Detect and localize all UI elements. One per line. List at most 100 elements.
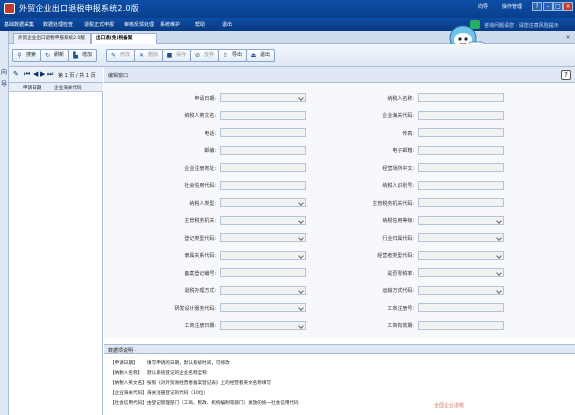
description-text: 海关注册登记的代码（10位） (147, 391, 208, 396)
refresh-icon: ↻ (44, 52, 51, 59)
field-select-right[interactable] (418, 268, 504, 277)
app-logo-icon (4, 3, 15, 14)
search-button-label: 搜索 (26, 52, 37, 58)
field-input-left[interactable] (220, 128, 306, 137)
minimize-button[interactable]: - (543, 2, 553, 11)
field-select-left[interactable] (220, 285, 306, 295)
field-label-right: 企业海关代码: (382, 113, 414, 119)
menu-data-check[interactable]: 数据处理检查 (43, 21, 73, 28)
field-select-right[interactable] (418, 285, 504, 295)
app-title: 外贸企业出口退税申报系统2.0版 (19, 4, 139, 13)
description-key: 【纳税人英文名】 (110, 381, 147, 386)
field-label-right: 纳税人识别号: (382, 183, 414, 189)
description-key: 【纳税人名称】 (110, 371, 143, 376)
delete-button[interactable]: ✕ 删除 (134, 49, 164, 62)
save-button[interactable]: ■ 保存 (162, 49, 192, 62)
field-input-left[interactable] (220, 268, 306, 277)
field-input-right[interactable] (418, 198, 504, 207)
customer-service-text[interactable]: 咨询问题请您 · 请您注意风险提示 (484, 22, 559, 29)
field-label-left: 隶属关系代码: (184, 253, 216, 259)
toolbar: ⚲ 搜索 ↻ 刷新 ▙ 增加 ✎ 修改 ✕ 删除 ■ 保存 ⊘ 放弃 ⇪ 导出 ⏏ 退出 (9, 44, 575, 67)
tab-export-filing[interactable]: 出口退(免)税备案 (91, 33, 157, 44)
field-select-right[interactable] (418, 233, 504, 242)
field-select-left[interactable] (220, 233, 306, 242)
field-input-right[interactable] (418, 303, 504, 312)
search-button[interactable]: ⚲ 搜索 (12, 49, 42, 62)
exit-button-label: 退出 (260, 52, 271, 58)
wrench-icon[interactable]: ✎ (13, 71, 19, 78)
exit-button[interactable]: ⏏ 退出 (246, 49, 276, 62)
help-window-button[interactable]: ? (532, 2, 542, 11)
menu-audit-feedback[interactable]: 审核反馈处理 (124, 21, 154, 28)
delete-icon: ✕ (138, 52, 145, 59)
filing-form: 申请日期: 纳税人英文名: 电话: 邮编: 企业注册地址: 社会信用代码: 纳税人类型: 主管… (104, 83, 575, 339)
cancel-button-label: 放弃 (204, 52, 215, 58)
pager-bar: ✎ ⏮ ◀ ▶ ⏭ 第 1 页 / 共 1 页 (9, 67, 103, 83)
field-input-left[interactable] (220, 110, 306, 120)
maximize-button[interactable]: □ (553, 2, 563, 11)
cancel-button[interactable]: ⊘ 放弃 (190, 49, 220, 62)
wizard-link[interactable]: 向导 (478, 3, 488, 10)
field-label-left: 主管税务机关: (184, 218, 216, 224)
field-label-left: 登记类型代码: (184, 235, 216, 242)
edit-window-header: 编辑窗口 ? (104, 67, 575, 83)
field-input-right[interactable] (418, 93, 504, 102)
field-input-right[interactable] (418, 163, 504, 172)
edit-button[interactable]: ✎ 修改 (106, 49, 136, 62)
field-select-left[interactable] (220, 303, 306, 312)
menu-basic-data[interactable]: 基础数据采集 (4, 21, 34, 28)
close-window-button[interactable]: × (563, 2, 573, 11)
menu-formal-declare[interactable]: 退税正式申报 (84, 21, 114, 28)
grid-col-apply-date[interactable]: 申请日期 (23, 85, 41, 91)
help-icon[interactable]: ? (561, 70, 571, 80)
last-page-icon[interactable]: ⏭ (47, 71, 53, 78)
menu-system-maintain[interactable]: 系统维护 (160, 21, 180, 28)
field-select-right[interactable] (418, 250, 504, 260)
tab-home[interactable]: 外贸企业出口退税申报系统2.0版 (13, 33, 91, 44)
description-key: 【申请日期】 (110, 361, 138, 366)
field-label-left: 邮编: (204, 148, 216, 154)
field-input-right[interactable] (418, 110, 504, 120)
tab-strip: 外贸企业出口退税申报系统2.0版 出口退(免)税备案 × (9, 31, 575, 44)
wizard-side-strip[interactable]: 向 导 (0, 31, 9, 415)
field-input-right[interactable] (418, 320, 504, 330)
grid-header: 申请日期 企业海关代码 (9, 83, 103, 92)
field-select-left[interactable] (220, 250, 306, 260)
close-tab-icon[interactable]: × (564, 34, 572, 42)
description-row: 【企业海关代码】海关注册登记的代码（10位） (110, 390, 208, 396)
first-page-icon[interactable]: ⏮ (24, 71, 30, 78)
field-select-right[interactable] (418, 215, 504, 225)
next-page-icon[interactable]: ▶ (40, 71, 45, 78)
export-button[interactable]: ⇪ 导出 (218, 49, 248, 62)
refresh-button[interactable]: ↻ 刷新 (40, 49, 70, 62)
description-text: 默认系统登记的企业名称全称 (147, 371, 207, 376)
field-label-right: 纳税人名称: (387, 95, 414, 102)
field-select-left[interactable] (220, 198, 306, 207)
field-label-right: 传真: (402, 130, 414, 137)
field-select-left[interactable] (220, 215, 306, 225)
add-icon: ▙ (73, 52, 78, 59)
field-input-left[interactable] (220, 145, 306, 155)
search-icon: ⚲ (17, 52, 22, 59)
field-select-left[interactable] (220, 93, 306, 102)
field-input-right[interactable] (418, 180, 504, 190)
record-grid[interactable]: 申请日期 企业海关代码 (9, 83, 103, 415)
description-text: 按照《对外贸易经营者备案登记表》上的经营者英文名称填写 (147, 381, 272, 386)
add-button[interactable]: ▙ 增加 (68, 49, 98, 62)
description-row: 【纳税人名称】 默认系统登记的企业名称全称 (110, 370, 207, 376)
field-input-right[interactable] (418, 145, 504, 155)
side-char: 向 (1, 69, 8, 76)
grid-col-customs-code[interactable]: 企业海关代码 (54, 85, 82, 91)
field-input-left[interactable] (220, 180, 306, 190)
field-select-left[interactable] (220, 320, 306, 330)
field-label-left: 社会信用代码: (184, 183, 216, 189)
prev-page-icon[interactable]: ◀ (33, 71, 38, 78)
field-input-left[interactable] (220, 163, 306, 172)
operation-manage-link[interactable]: 操作管理 (502, 3, 522, 10)
menu-help[interactable]: 帮助 (195, 21, 205, 28)
field-label-right: 经营场所中文: (382, 165, 414, 172)
menu-exit[interactable]: 退出 (222, 21, 232, 28)
description-row: 【社会信用代码】由登记管理部门（工商、民政、机构编制等部门）发放的统一社会信用代… (110, 400, 299, 406)
field-input-right[interactable] (418, 128, 504, 137)
field-label-left: 企业注册地址: (184, 165, 216, 172)
